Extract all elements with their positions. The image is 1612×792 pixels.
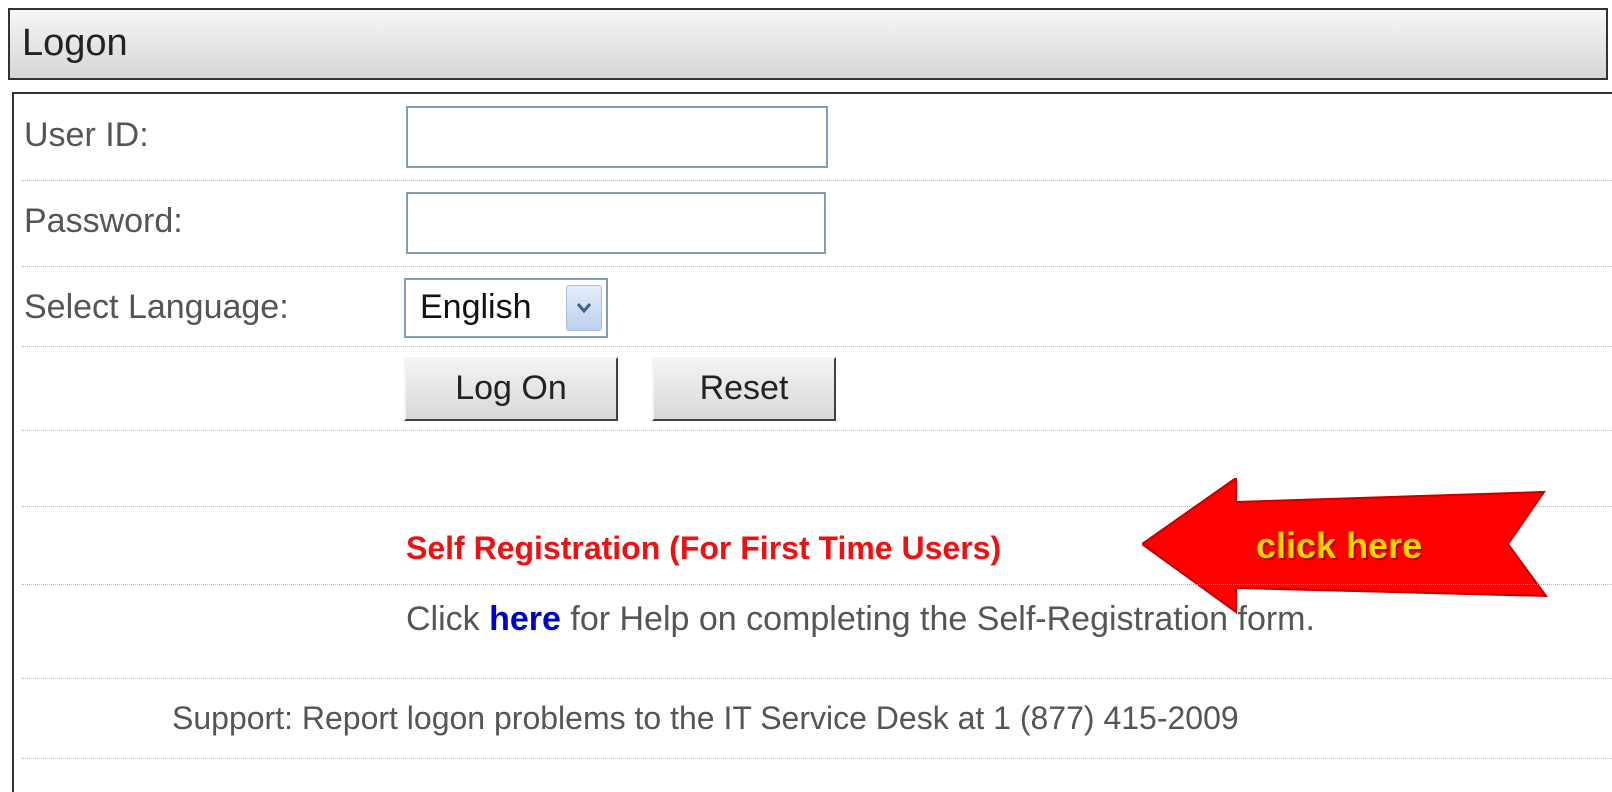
logon-form-panel: User ID: Password: Select Language: Engl… [12,92,1612,792]
row-divider [22,584,1612,585]
page-title: Logon [22,22,128,64]
language-label: Select Language: [24,288,289,326]
row-divider [22,430,1612,431]
password-label: Password: [24,202,183,240]
self-registration-link[interactable]: Self Registration (For First Time Users) [406,530,1001,567]
userid-field[interactable] [406,106,828,168]
help-link[interactable]: here [489,600,561,638]
row-divider [22,678,1612,679]
row-divider [22,266,1612,267]
logon-button[interactable]: Log On [404,357,618,421]
logon-header: Logon [8,8,1608,80]
row-divider [22,180,1612,181]
help-text: Click here for Help on completing the Se… [406,600,1315,639]
language-selected-value: English [420,288,532,326]
language-select[interactable]: English [404,278,608,338]
chevron-down-icon [576,303,592,314]
password-field[interactable] [406,192,826,254]
help-suffix: for Help on completing the Self-Registra… [560,600,1315,638]
dropdown-button[interactable] [566,285,602,331]
userid-label: User ID: [24,116,149,154]
reset-button[interactable]: Reset [652,357,836,421]
help-prefix: Click [406,600,490,638]
row-divider [22,346,1612,347]
click-here-callout-text: click here [1256,525,1423,566]
row-divider [22,758,1612,759]
support-text: Support: Report logon problems to the IT… [172,700,1239,736]
